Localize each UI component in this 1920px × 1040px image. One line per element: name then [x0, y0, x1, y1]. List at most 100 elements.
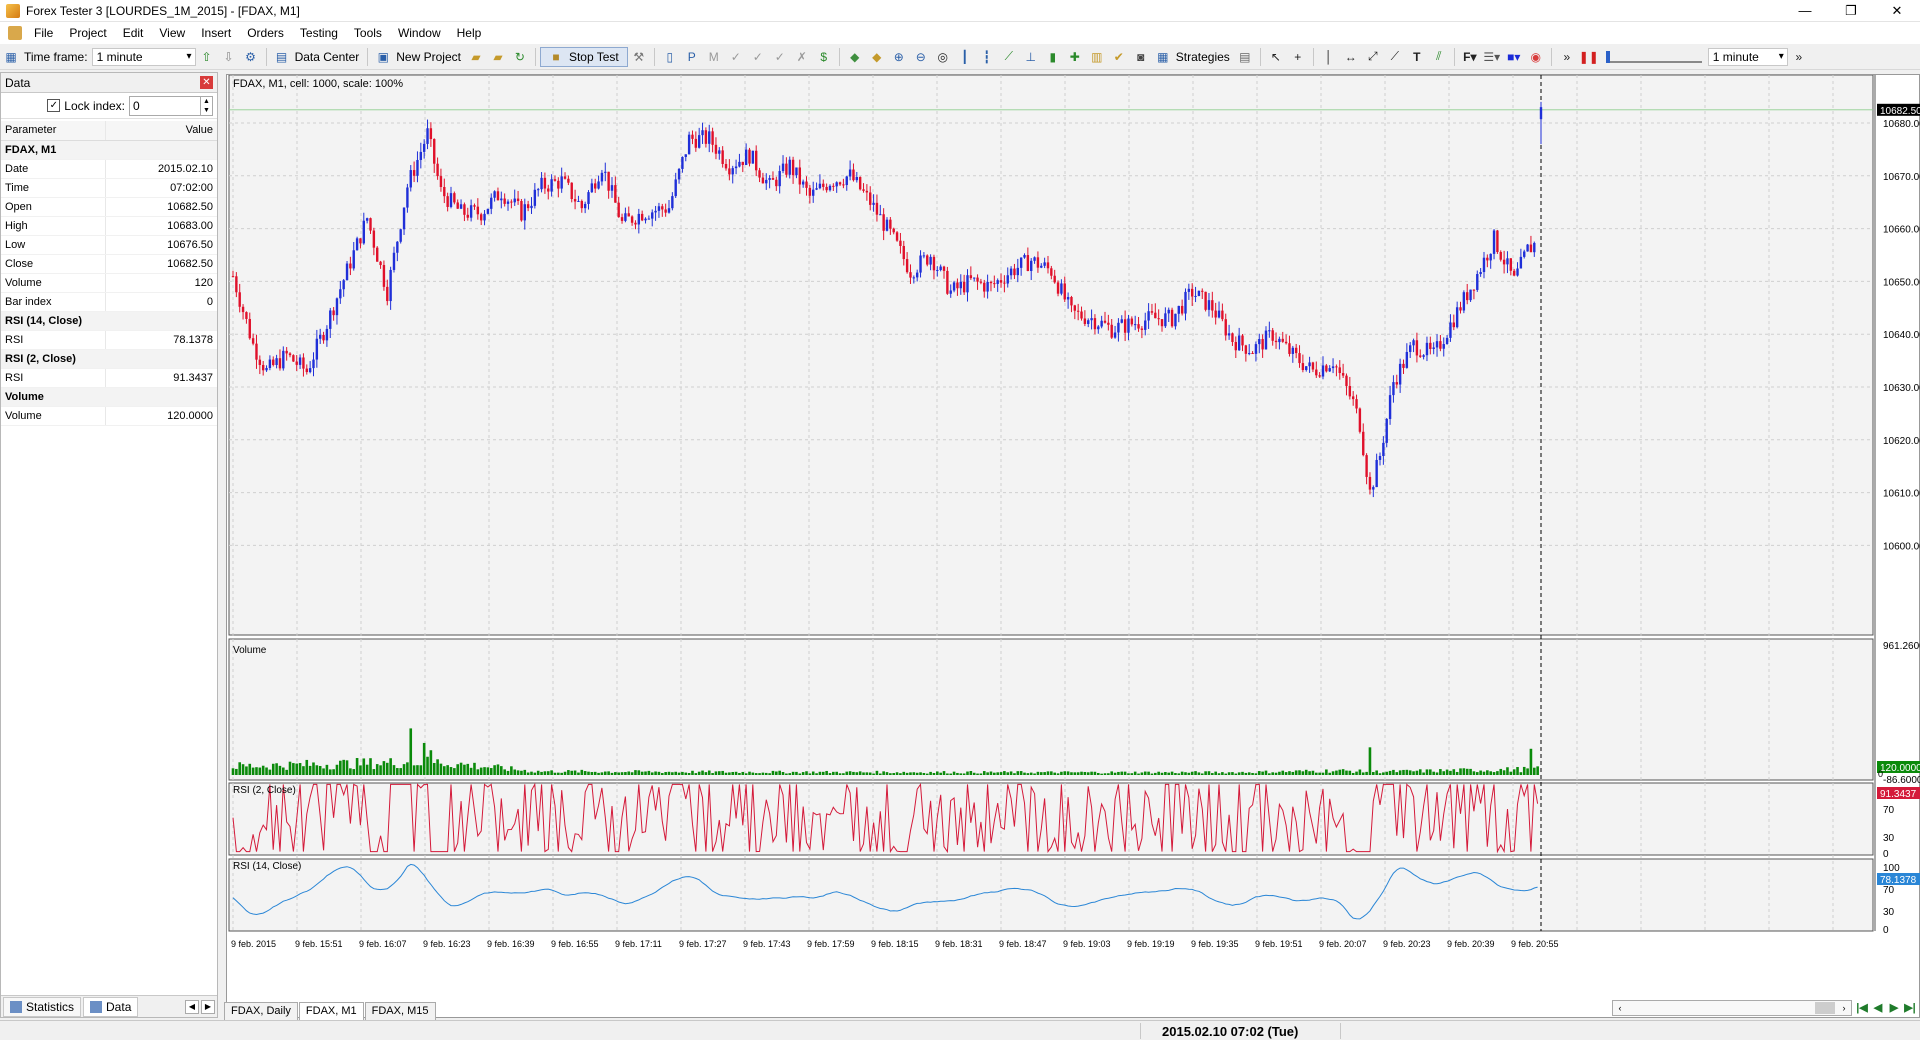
channel-icon[interactable]: ⫽: [1430, 48, 1448, 66]
tab-data[interactable]: Data: [83, 996, 139, 1017]
data-center-icon[interactable]: ▤: [273, 48, 291, 66]
speed-timeframe-select[interactable]: 1 minute: [1707, 47, 1788, 66]
modify-order-icon[interactable]: M: [705, 48, 723, 66]
timeframe-select[interactable]: 1 minute: [91, 47, 196, 66]
toolbar-more-icon[interactable]: »: [1790, 48, 1808, 66]
menu-help[interactable]: Help: [449, 22, 490, 44]
menu-file[interactable]: File: [26, 22, 61, 44]
arrow-up-icon[interactable]: ⇧: [198, 48, 216, 66]
volume-bar: [1261, 771, 1264, 775]
stop-test-button[interactable]: ■ Stop Test: [539, 46, 628, 67]
check-partial-icon[interactable]: ✓: [771, 48, 789, 66]
settings-icon[interactable]: ⚙: [242, 48, 260, 66]
chart-canvas[interactable]: 10680.00 10670.00 10660.00 10650.00 10640.00…: [227, 75, 1920, 1001]
close-button[interactable]: ✕: [1874, 0, 1920, 22]
text-icon[interactable]: T: [1408, 48, 1426, 66]
zoom-in-icon[interactable]: ⊕: [890, 48, 908, 66]
lock-index-spinner[interactable]: ▲ ▼: [200, 96, 212, 115]
menu-insert[interactable]: Insert: [193, 22, 239, 44]
speed-slider-thumb[interactable]: [1605, 50, 1610, 63]
new-project-button[interactable]: New Project: [396, 50, 461, 64]
move-back-icon[interactable]: ◆: [846, 48, 864, 66]
candle-body: [446, 196, 449, 207]
ray-icon[interactable]: ⟋: [1386, 48, 1404, 66]
prev-bar-icon[interactable]: ◀: [1870, 1000, 1886, 1016]
scroll-left-icon[interactable]: ‹: [1613, 1001, 1627, 1015]
volume-bar: [731, 771, 735, 775]
trend-line-icon[interactable]: ⤢: [1364, 48, 1382, 66]
check-icon[interactable]: ✓: [727, 48, 745, 66]
panel-close-icon[interactable]: ✕: [200, 76, 213, 89]
scroll-thumb[interactable]: [1815, 1002, 1835, 1014]
binoculars-icon[interactable]: ◎: [934, 48, 952, 66]
status-bar: 2015.02.10 07:02 (Tue): [0, 1020, 1920, 1040]
indicator-list-icon[interactable]: ▥: [1088, 48, 1106, 66]
templates-icon[interactable]: ✔: [1110, 48, 1128, 66]
pause-icon[interactable]: ❚❚: [1579, 48, 1599, 66]
data-center-button[interactable]: Data Center: [295, 50, 360, 64]
maximize-button[interactable]: ❐: [1828, 0, 1874, 22]
crosshair-icon[interactable]: +: [1289, 48, 1307, 66]
screenshot-icon[interactable]: ◙: [1132, 48, 1150, 66]
chart-tab-m15[interactable]: FDAX, M15: [364, 1002, 436, 1020]
menu-tools[interactable]: Tools: [346, 22, 390, 44]
strategies-icon[interactable]: ▦: [1154, 48, 1172, 66]
line-style-icon[interactable]: ☰▾: [1483, 48, 1501, 66]
refresh-icon[interactable]: ↻: [511, 48, 529, 66]
param-value: 120.0000: [105, 406, 217, 426]
next-bar-icon[interactable]: ▶: [1886, 1000, 1902, 1016]
save-project-icon[interactable]: ▰: [489, 48, 507, 66]
new-project-icon[interactable]: ▣: [374, 48, 392, 66]
calculator-icon[interactable]: ▤: [1236, 48, 1254, 66]
menu-orders[interactable]: Orders: [239, 22, 292, 44]
menu-project[interactable]: Project: [61, 22, 114, 44]
check-all-icon[interactable]: ✓: [749, 48, 767, 66]
candle-body: [1425, 342, 1429, 356]
minimize-button[interactable]: —: [1782, 0, 1828, 22]
candle-body: [1023, 255, 1026, 258]
move-forward-icon[interactable]: ◆: [868, 48, 886, 66]
cursor-icon[interactable]: ↖: [1267, 48, 1285, 66]
candle-body: [624, 213, 627, 221]
candle-body: [1030, 260, 1033, 271]
global-settings-icon[interactable]: ◉: [1527, 48, 1545, 66]
autoscroll-icon[interactable]: ▮: [1044, 48, 1062, 66]
tab-scroll-right-icon[interactable]: ▶: [201, 999, 215, 1014]
close-all-icon[interactable]: $: [815, 48, 833, 66]
tab-statistics[interactable]: Statistics: [3, 996, 82, 1017]
new-order-icon[interactable]: ▯: [661, 48, 679, 66]
horizontal-line-icon[interactable]: ↔: [1342, 48, 1360, 66]
tab-scroll-left-icon[interactable]: ◀: [185, 999, 199, 1014]
test-settings-icon[interactable]: ⚒: [630, 48, 648, 66]
candle-chart-icon[interactable]: ┇: [978, 48, 996, 66]
menu-view[interactable]: View: [151, 22, 193, 44]
cancel-order-icon[interactable]: ✗: [793, 48, 811, 66]
chart-tab-m1[interactable]: FDAX, M1: [298, 1002, 364, 1020]
chart-window[interactable]: 10680.00 10670.00 10660.00 10650.00 10640.00…: [226, 74, 1920, 1018]
open-project-icon[interactable]: ▰: [467, 48, 485, 66]
arrow-down-icon[interactable]: ⇩: [220, 48, 238, 66]
menu-testing[interactable]: Testing: [292, 22, 346, 44]
vertical-line-icon[interactable]: │: [1320, 48, 1338, 66]
chart-horizontal-scrollbar[interactable]: ‹ ›: [1612, 1000, 1852, 1016]
lock-index-checkbox[interactable]: ✓: [47, 99, 61, 112]
first-bar-icon[interactable]: |◀: [1854, 1000, 1870, 1016]
lock-index-input[interactable]: 0 ▲ ▼: [129, 95, 213, 116]
strategies-button[interactable]: Strategies: [1176, 50, 1230, 64]
menu-edit[interactable]: Edit: [115, 22, 152, 44]
fibonacci-icon[interactable]: F▾: [1461, 48, 1479, 66]
bar-chart-icon[interactable]: ┃: [956, 48, 974, 66]
add-chart-icon[interactable]: ▦: [2, 48, 20, 66]
speed-slider[interactable]: [1605, 50, 1702, 63]
scroll-right-icon[interactable]: ›: [1837, 1001, 1851, 1015]
speed-more-icon[interactable]: »: [1558, 48, 1576, 66]
line-chart-icon[interactable]: ⟋: [1000, 48, 1018, 66]
chart-tab-daily[interactable]: FDAX, Daily: [224, 1002, 298, 1020]
chart-shift-icon[interactable]: ⊥: [1022, 48, 1040, 66]
add-indicator-icon[interactable]: ✚: [1066, 48, 1084, 66]
zoom-out-icon[interactable]: ⊖: [912, 48, 930, 66]
menu-window[interactable]: Window: [390, 22, 449, 44]
pending-order-icon[interactable]: P: [683, 48, 701, 66]
color-picker-icon[interactable]: ■▾: [1505, 48, 1523, 66]
last-bar-icon[interactable]: ▶|: [1902, 1000, 1918, 1016]
